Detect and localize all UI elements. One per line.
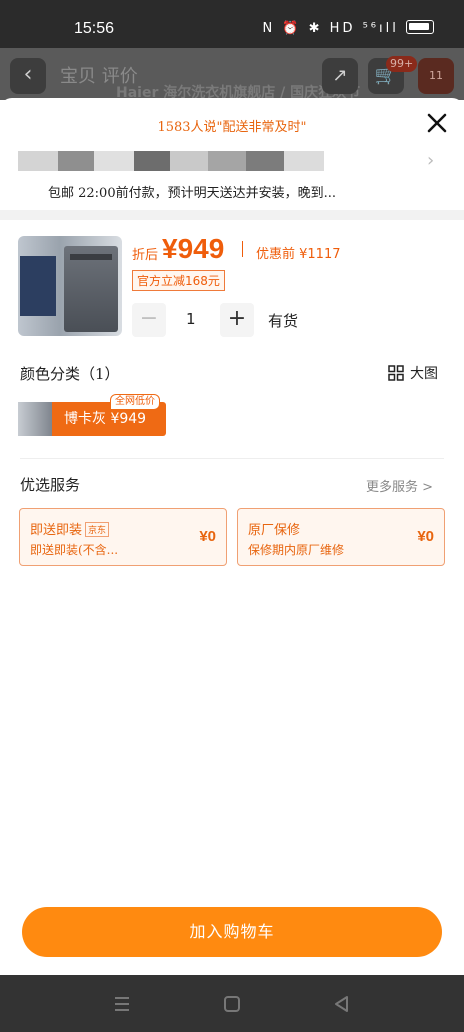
service-name: 原厂保修 xyxy=(248,523,301,538)
big-image-label: 大图 xyxy=(410,366,438,382)
sku-sheet: 1583人说"配送非常及时" › 包邮 22:00前付款，预计明天送达并安装，晚… xyxy=(0,98,464,975)
close-icon xyxy=(427,113,447,133)
price-prefix: 折后 xyxy=(132,248,159,263)
background-header: ‹ 宝贝 评价 Haier 海尔洗衣机旗舰店 / 国庆狂欢节 ↗ 🛒 99+ 1… xyxy=(0,48,464,101)
menu-icon[interactable] xyxy=(110,993,134,1015)
quantity-value: 1 xyxy=(186,310,196,328)
service-desc: 保修期内原厂维修 xyxy=(248,543,345,557)
address-arrow-icon[interactable]: › xyxy=(427,150,434,171)
close-button[interactable] xyxy=(424,110,450,136)
more-services-link[interactable]: 更多服务 > xyxy=(366,476,433,495)
delivery-info: 包邮 22:00前付款，预计明天送达并安装，晚到... xyxy=(48,186,336,201)
service-desc: 即送即装(不含... xyxy=(30,543,119,557)
discount-badge: 官方立减168元 xyxy=(132,270,225,291)
lowest-price-badge: 全网低价 xyxy=(110,394,160,410)
color-option-thumbnail xyxy=(18,402,54,436)
color-option-gray[interactable]: 博卡灰 ¥949 全网低价 xyxy=(18,394,166,436)
status-bar: 15:56 N ⏰ ✱ HD ⁵⁶ıll xyxy=(0,0,464,48)
service-section-title: 优选服务 xyxy=(20,476,81,494)
service-price: ¥0 xyxy=(199,528,216,545)
share-icon: ↗ xyxy=(322,58,358,94)
promo-text: 1583人说"配送非常及时" xyxy=(157,120,307,135)
status-indicators: N ⏰ ✱ HD ⁵⁶ıll xyxy=(262,21,399,36)
quantity-minus-button[interactable]: − xyxy=(132,303,166,337)
service-name: 即送即装 京东 xyxy=(30,519,110,538)
menu-badge: 11 xyxy=(418,58,454,94)
big-image-button[interactable]: 大图 xyxy=(388,363,438,383)
quantity-plus-button[interactable]: + xyxy=(220,303,254,337)
cart-badge: 99+ xyxy=(386,56,418,72)
back-nav-icon[interactable] xyxy=(330,993,354,1015)
product-poster xyxy=(20,256,56,316)
stock-status: 有货 xyxy=(268,312,299,330)
home-icon[interactable] xyxy=(220,993,244,1015)
add-to-cart-button[interactable]: 加入购物车 xyxy=(22,907,442,957)
status-icons: N ⏰ ✱ HD ⁵⁶ıll xyxy=(262,20,434,36)
price: ¥949 xyxy=(162,233,225,264)
service-badge: 京东 xyxy=(85,522,110,537)
status-time: 15:56 xyxy=(74,20,115,37)
original-price: 优惠前 ¥1117 xyxy=(256,247,341,262)
system-nav-bar xyxy=(0,975,464,1032)
price-divider xyxy=(242,241,243,257)
service-card-delivery-install[interactable]: 即送即装 京东 即送即装(不含... ¥0 xyxy=(19,508,227,566)
back-icon: ‹ xyxy=(10,58,46,94)
product-image[interactable] xyxy=(18,236,122,336)
washer-image xyxy=(64,246,118,332)
grid-icon xyxy=(388,365,404,381)
service-card-warranty[interactable]: 原厂保修 保修期内原厂维修 ¥0 xyxy=(237,508,445,566)
service-price: ¥0 xyxy=(417,528,434,545)
divider xyxy=(20,458,444,459)
battery-icon xyxy=(406,20,434,34)
section-divider xyxy=(0,210,464,220)
color-section-title: 颜色分类（1） xyxy=(20,365,120,383)
address-blurred[interactable] xyxy=(18,151,324,171)
